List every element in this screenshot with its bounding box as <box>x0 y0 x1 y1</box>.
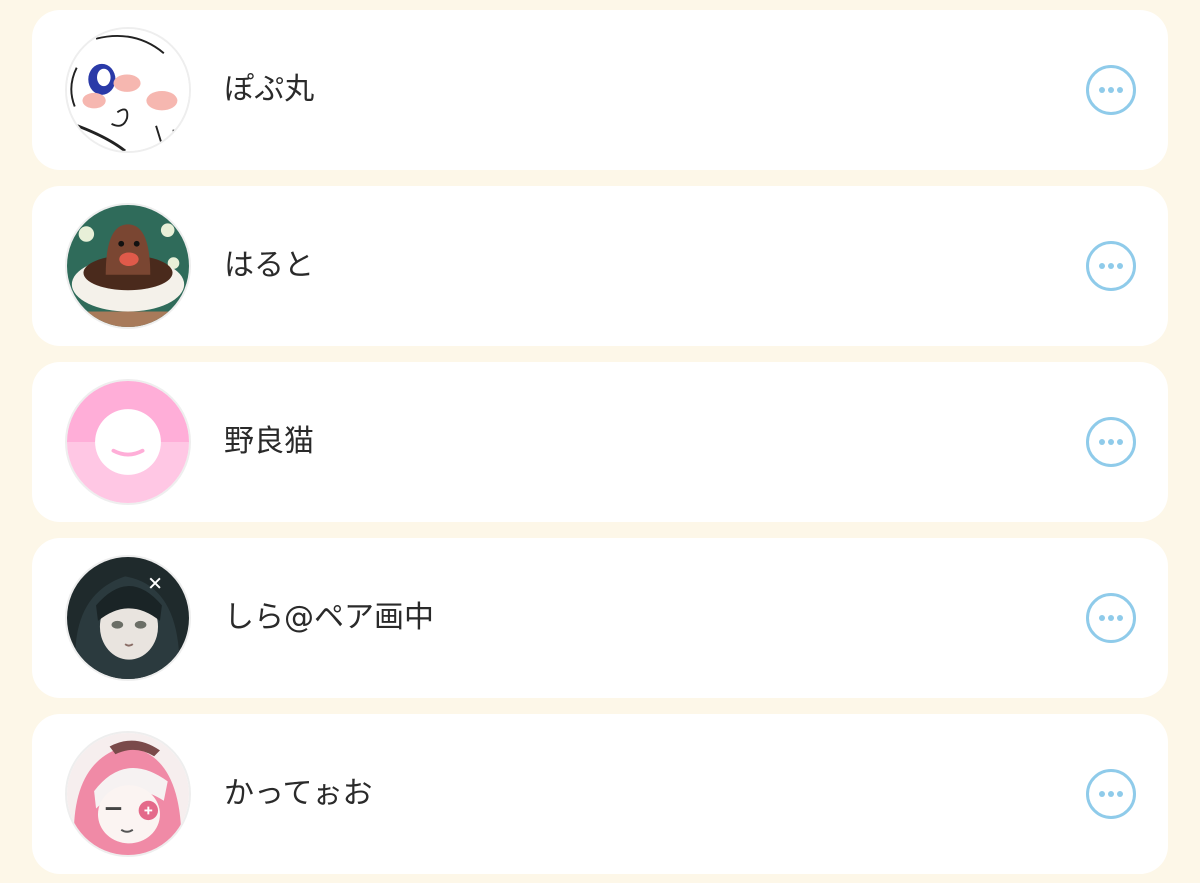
user-avatar[interactable] <box>65 555 191 681</box>
user-list: ぽぷ丸 はると 野良猫 しら@ペア画中 かってぉお <box>0 0 1200 883</box>
user-name: 野良猫 <box>224 424 314 459</box>
mole-plush-avatar-icon <box>67 205 189 327</box>
more-options-button[interactable] <box>1086 65 1136 115</box>
user-avatar[interactable] <box>65 379 191 505</box>
default-smile-avatar-icon <box>67 381 189 503</box>
user-row[interactable]: ぽぷ丸 <box>32 10 1168 170</box>
drawn-face-avatar-icon <box>67 29 189 151</box>
user-avatar[interactable] <box>65 731 191 857</box>
anime-girl-dark-avatar-icon <box>67 557 189 679</box>
user-avatar[interactable] <box>65 203 191 329</box>
user-row[interactable]: 野良猫 <box>32 362 1168 522</box>
user-row[interactable]: はると <box>32 186 1168 346</box>
user-name: はると <box>224 248 314 283</box>
user-row[interactable]: かってぉお <box>32 714 1168 874</box>
more-options-button[interactable] <box>1086 769 1136 819</box>
user-name: ぽぷ丸 <box>224 72 315 107</box>
more-options-icon <box>1099 791 1123 797</box>
more-options-icon <box>1099 439 1123 445</box>
more-options-button[interactable] <box>1086 593 1136 643</box>
more-options-button[interactable] <box>1086 417 1136 467</box>
user-name: かってぉお <box>224 776 373 811</box>
user-avatar[interactable] <box>65 27 191 153</box>
user-name: しら@ペア画中 <box>224 600 434 635</box>
user-row[interactable]: しら@ペア画中 <box>32 538 1168 698</box>
more-options-icon <box>1099 263 1123 269</box>
more-options-icon <box>1099 87 1123 93</box>
more-options-icon <box>1099 615 1123 621</box>
more-options-button[interactable] <box>1086 241 1136 291</box>
anime-pink-hair-avatar-icon <box>67 733 189 855</box>
